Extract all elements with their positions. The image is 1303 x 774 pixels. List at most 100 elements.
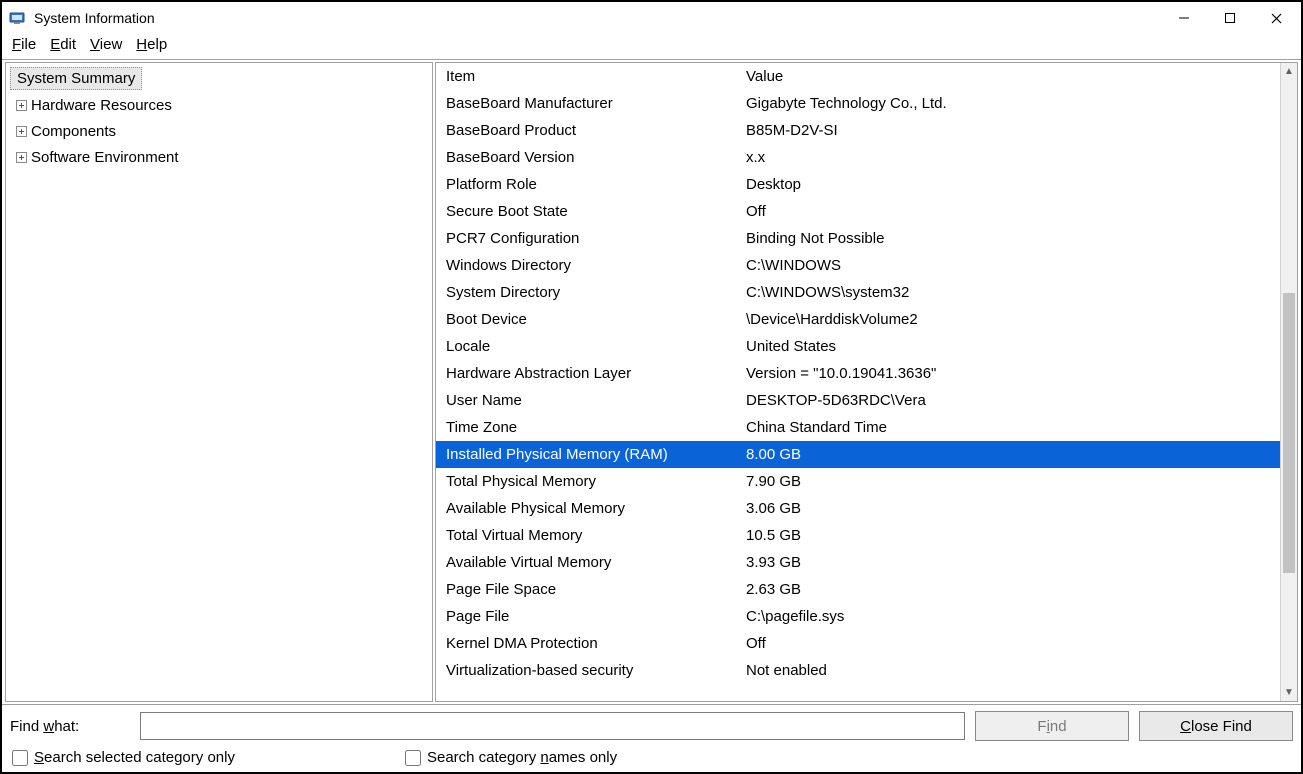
column-header-item[interactable]: Item [436, 68, 744, 85]
list-cell-item: Hardware Abstraction Layer [436, 365, 744, 382]
list-cell-item: PCR7 Configuration [436, 230, 744, 247]
list-row[interactable]: User NameDESKTOP-5D63RDC\Vera [436, 387, 1280, 414]
checkbox-selected-category[interactable] [12, 750, 28, 766]
window-title: System Information [34, 10, 155, 26]
tree-node-label: Hardware Resources [31, 97, 172, 114]
tree-node[interactable]: Components [14, 118, 428, 144]
list-row[interactable]: Page File Space2.63 GB [436, 576, 1280, 603]
list-header-row[interactable]: Item Value [436, 63, 1280, 90]
list-cell-value: Binding Not Possible [744, 230, 1280, 247]
list-cell-value: Off [744, 203, 1280, 220]
list-row[interactable]: BaseBoard ProductB85M-D2V-SI [436, 117, 1280, 144]
list-cell-item: User Name [436, 392, 744, 409]
list-cell-item: BaseBoard Product [436, 122, 744, 139]
scrollbar-thumb[interactable] [1283, 293, 1295, 573]
list-cell-item: BaseBoard Version [436, 149, 744, 166]
list-cell-value: x.x [744, 149, 1280, 166]
list-cell-value: China Standard Time [744, 419, 1280, 436]
list-cell-item: Available Physical Memory [436, 500, 744, 517]
main-split: System Summary Hardware Resources Compone… [2, 59, 1301, 704]
list-row[interactable]: Kernel DMA ProtectionOff [436, 630, 1280, 657]
search-selected-category-only-checkbox[interactable]: Search selected category only [12, 749, 235, 766]
list-cell-value: C:\WINDOWS [744, 257, 1280, 274]
scroll-down-arrow-icon[interactable]: ▼ [1281, 684, 1297, 701]
vertical-scrollbar[interactable]: ▲ ▼ [1280, 63, 1297, 701]
title-bar: System Information [2, 2, 1301, 34]
find-button[interactable]: Find [975, 711, 1129, 741]
app-icon [8, 9, 26, 27]
list-row[interactable]: Total Virtual Memory10.5 GB [436, 522, 1280, 549]
close-button[interactable] [1253, 3, 1299, 33]
list-cell-value: 2.63 GB [744, 581, 1280, 598]
list-row[interactable]: PCR7 ConfigurationBinding Not Possible [436, 225, 1280, 252]
list-cell-item: Installed Physical Memory (RAM) [436, 446, 744, 463]
list-row[interactable]: Total Physical Memory7.90 GB [436, 468, 1280, 495]
list-cell-item: Secure Boot State [436, 203, 744, 220]
list-row[interactable]: Available Physical Memory3.06 GB [436, 495, 1280, 522]
minimize-button[interactable] [1161, 3, 1207, 33]
details-list: Item Value BaseBoard ManufacturerGigabyt… [435, 62, 1298, 702]
list-row[interactable]: Boot Device\Device\HarddiskVolume2 [436, 306, 1280, 333]
list-cell-value: United States [744, 338, 1280, 355]
find-what-input[interactable] [140, 712, 965, 740]
list-cell-item: Time Zone [436, 419, 744, 436]
list-row[interactable]: BaseBoard Versionx.x [436, 144, 1280, 171]
list-cell-value: Desktop [744, 176, 1280, 193]
list-cell-item: Kernel DMA Protection [436, 635, 744, 652]
tree-expander-icon[interactable] [16, 152, 27, 163]
navigation-tree[interactable]: System Summary Hardware Resources Compone… [5, 62, 433, 702]
list-row[interactable]: Hardware Abstraction LayerVersion = "10.… [436, 360, 1280, 387]
tree-root-system-summary[interactable]: System Summary [10, 67, 142, 90]
list-cell-item: Total Virtual Memory [436, 527, 744, 544]
list-cell-item: Windows Directory [436, 257, 744, 274]
list-row[interactable]: Time ZoneChina Standard Time [436, 414, 1280, 441]
list-cell-value: Gigabyte Technology Co., Ltd. [744, 95, 1280, 112]
tree-node-label: Software Environment [31, 149, 179, 166]
list-cell-value: Off [744, 635, 1280, 652]
list-cell-value: \Device\HarddiskVolume2 [744, 311, 1280, 328]
list-cell-value: B85M-D2V-SI [744, 122, 1280, 139]
list-cell-value: 10.5 GB [744, 527, 1280, 544]
scroll-up-arrow-icon[interactable]: ▲ [1281, 63, 1297, 80]
menu-help[interactable]: Help [136, 36, 167, 53]
list-row[interactable]: Available Virtual Memory3.93 GB [436, 549, 1280, 576]
list-cell-item: Virtualization-based security [436, 662, 744, 679]
list-cell-value: C:\pagefile.sys [744, 608, 1280, 625]
tree-node[interactable]: Software Environment [14, 144, 428, 170]
list-row[interactable]: LocaleUnited States [436, 333, 1280, 360]
column-header-value[interactable]: Value [744, 68, 1280, 85]
checkbox-category-names[interactable] [405, 750, 421, 766]
list-cell-item: Page File Space [436, 581, 744, 598]
list-cell-item: Page File [436, 608, 744, 625]
list-cell-value: DESKTOP-5D63RDC\Vera [744, 392, 1280, 409]
search-category-names-only-checkbox[interactable]: Search category names only [405, 749, 617, 766]
list-cell-value: 3.93 GB [744, 554, 1280, 571]
tree-expander-icon[interactable] [16, 126, 27, 137]
close-find-button[interactable]: Close Find [1139, 711, 1293, 741]
list-cell-item: System Directory [436, 284, 744, 301]
list-cell-value: Version = "10.0.19041.3636" [744, 365, 1280, 382]
list-row[interactable]: Windows DirectoryC:\WINDOWS [436, 252, 1280, 279]
list-cell-item: BaseBoard Manufacturer [436, 95, 744, 112]
menu-file[interactable]: File [12, 36, 36, 53]
maximize-button[interactable] [1207, 3, 1253, 33]
tree-node[interactable]: Hardware Resources [14, 92, 428, 118]
list-row[interactable]: Platform RoleDesktop [436, 171, 1280, 198]
list-row[interactable]: Secure Boot StateOff [436, 198, 1280, 225]
list-cell-item: Platform Role [436, 176, 744, 193]
list-cell-value: Not enabled [744, 662, 1280, 679]
list-row[interactable]: System DirectoryC:\WINDOWS\system32 [436, 279, 1280, 306]
tree-expander-icon[interactable] [16, 100, 27, 111]
menu-edit[interactable]: Edit [50, 36, 76, 53]
find-bar: Find what: Find Close Find Search select… [2, 704, 1301, 772]
list-cell-value: C:\WINDOWS\system32 [744, 284, 1280, 301]
list-row[interactable]: Virtualization-based securityNot enabled [436, 657, 1280, 684]
list-cell-item: Available Virtual Memory [436, 554, 744, 571]
list-row[interactable]: Installed Physical Memory (RAM)8.00 GB [436, 441, 1280, 468]
list-row[interactable]: Page FileC:\pagefile.sys [436, 603, 1280, 630]
list-row[interactable]: BaseBoard ManufacturerGigabyte Technolog… [436, 90, 1280, 117]
list-cell-item: Total Physical Memory [436, 473, 744, 490]
list-cell-value: 8.00 GB [744, 446, 1280, 463]
list-cell-item: Boot Device [436, 311, 744, 328]
menu-view[interactable]: View [90, 36, 122, 53]
